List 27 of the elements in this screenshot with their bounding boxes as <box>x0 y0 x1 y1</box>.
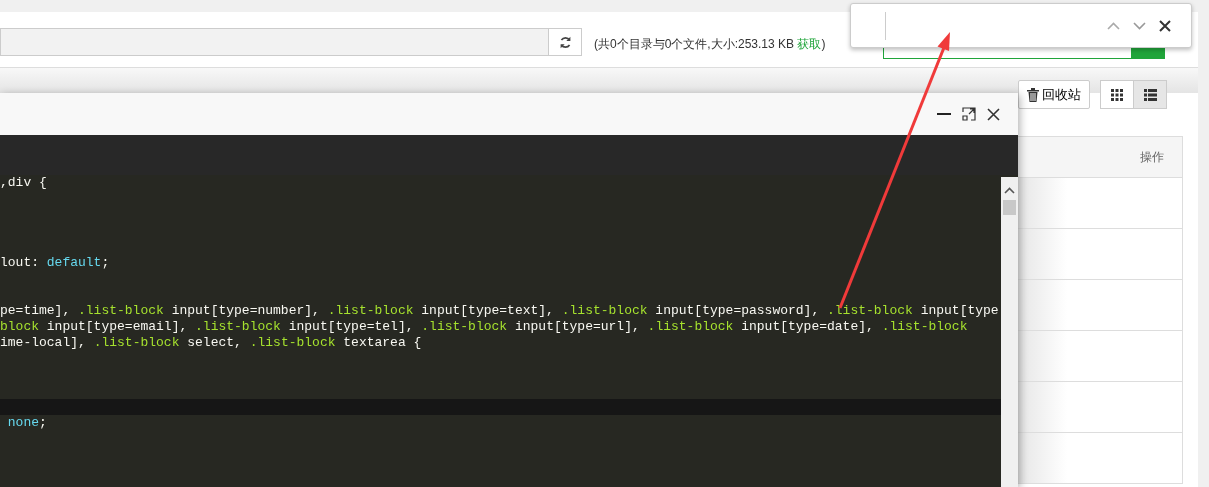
close-icon[interactable] <box>1159 19 1171 32</box>
table-row[interactable] <box>1018 279 1182 330</box>
list-icon <box>1143 88 1157 101</box>
scroll-thumb[interactable] <box>1003 200 1016 215</box>
scrollbar[interactable] <box>1001 177 1018 487</box>
code-editor[interactable] <box>0 175 1018 487</box>
table-row[interactable] <box>1018 381 1182 432</box>
close-button[interactable] <box>985 105 1002 123</box>
refresh-icon <box>558 35 572 49</box>
scroll-up-icon[interactable] <box>1004 187 1015 194</box>
table-row[interactable] <box>1018 228 1182 279</box>
grid-icon <box>1111 88 1123 101</box>
directory-summary: (共0个目录与0个文件,大小:253.13 KB 获取) <box>594 36 826 53</box>
maximize-icon <box>961 107 976 121</box>
maximize-button[interactable] <box>960 105 977 123</box>
table-row[interactable] <box>1018 330 1182 381</box>
table-row[interactable] <box>1018 432 1182 483</box>
refresh-button[interactable] <box>548 28 582 56</box>
column-header: 操作 <box>1140 149 1164 166</box>
recycle-bin-button[interactable]: 回收站 <box>1018 80 1090 109</box>
previous-icon[interactable] <box>1107 21 1120 30</box>
next-icon[interactable] <box>1133 21 1146 30</box>
view-toggle[interactable] <box>1133 80 1167 109</box>
close-icon <box>987 107 1000 121</box>
trash-icon <box>1027 87 1039 102</box>
view-toggle[interactable] <box>1100 80 1134 109</box>
path-field[interactable] <box>0 28 548 56</box>
